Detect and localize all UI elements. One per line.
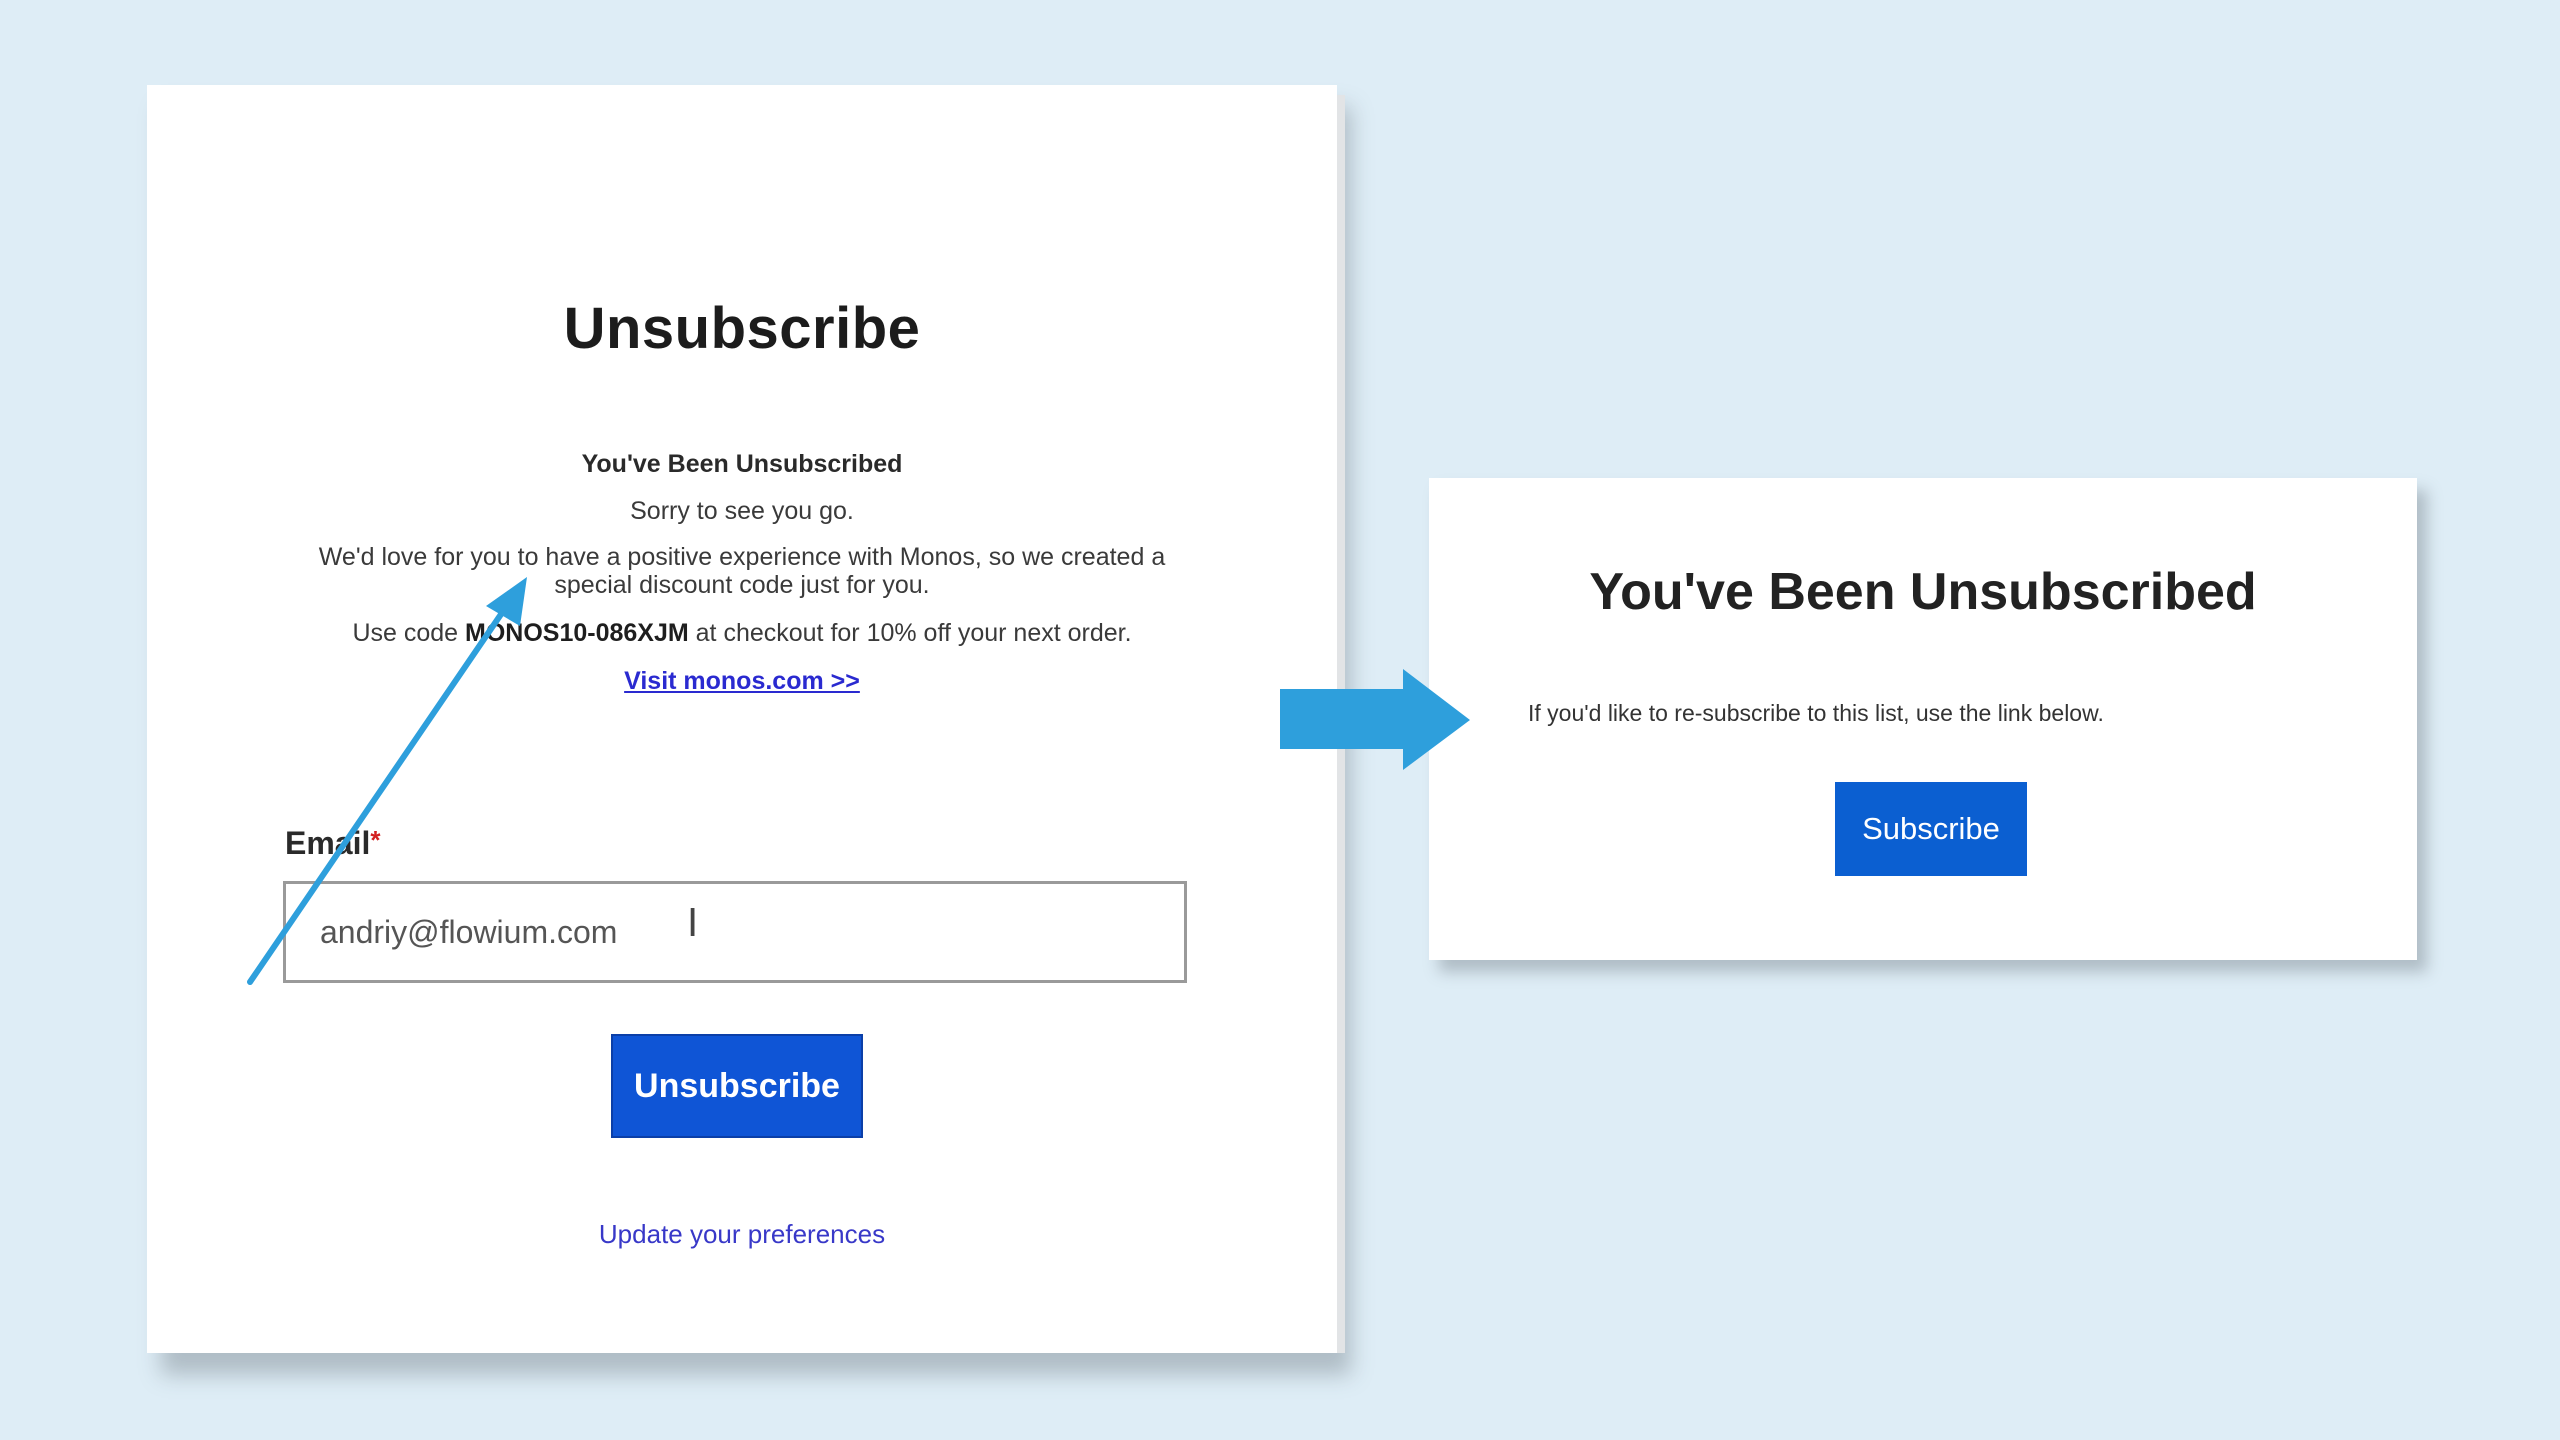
code-prefix: Use code [352,619,465,647]
confirmation-title: You've Been Unsubscribed [1589,563,2257,621]
subscribe-button[interactable]: Subscribe [1835,782,2027,876]
email-label: Email* [285,825,381,862]
code-suffix: at checkout for 10% off your next order. [688,619,1132,647]
card-edge [1337,95,1345,1353]
resubscribe-text: If you'd like to re-subscribe to this li… [1528,700,2104,726]
discount-code-line: Use code MONOS10-086XJM at checkout for … [147,619,1337,648]
page-title: Unsubscribe [563,296,921,361]
discount-intro-text: We'd love for you to have a positive exp… [318,543,1166,599]
unsubscribed-heading: You've Been Unsubscribed [581,450,903,478]
visit-site-link[interactable]: Visit monos.com >> [147,667,1337,696]
update-preferences-link[interactable]: Update your preferences [147,1219,1337,1250]
unsubscribe-button[interactable]: Unsubscribe [611,1034,863,1138]
sorry-text: Sorry to see you go. [630,497,854,525]
discount-code: MONOS10-086XJM [465,619,689,647]
unsubscribe-form-card: Unsubscribe You've Been Unsubscribed Sor… [147,85,1345,1353]
required-mark: * [370,825,381,855]
email-label-text: Email [285,825,371,861]
confirmation-card: You've Been Unsubscribed If you'd like t… [1429,478,2417,960]
email-field[interactable] [283,881,1187,983]
text-cursor-icon: I [687,901,699,945]
